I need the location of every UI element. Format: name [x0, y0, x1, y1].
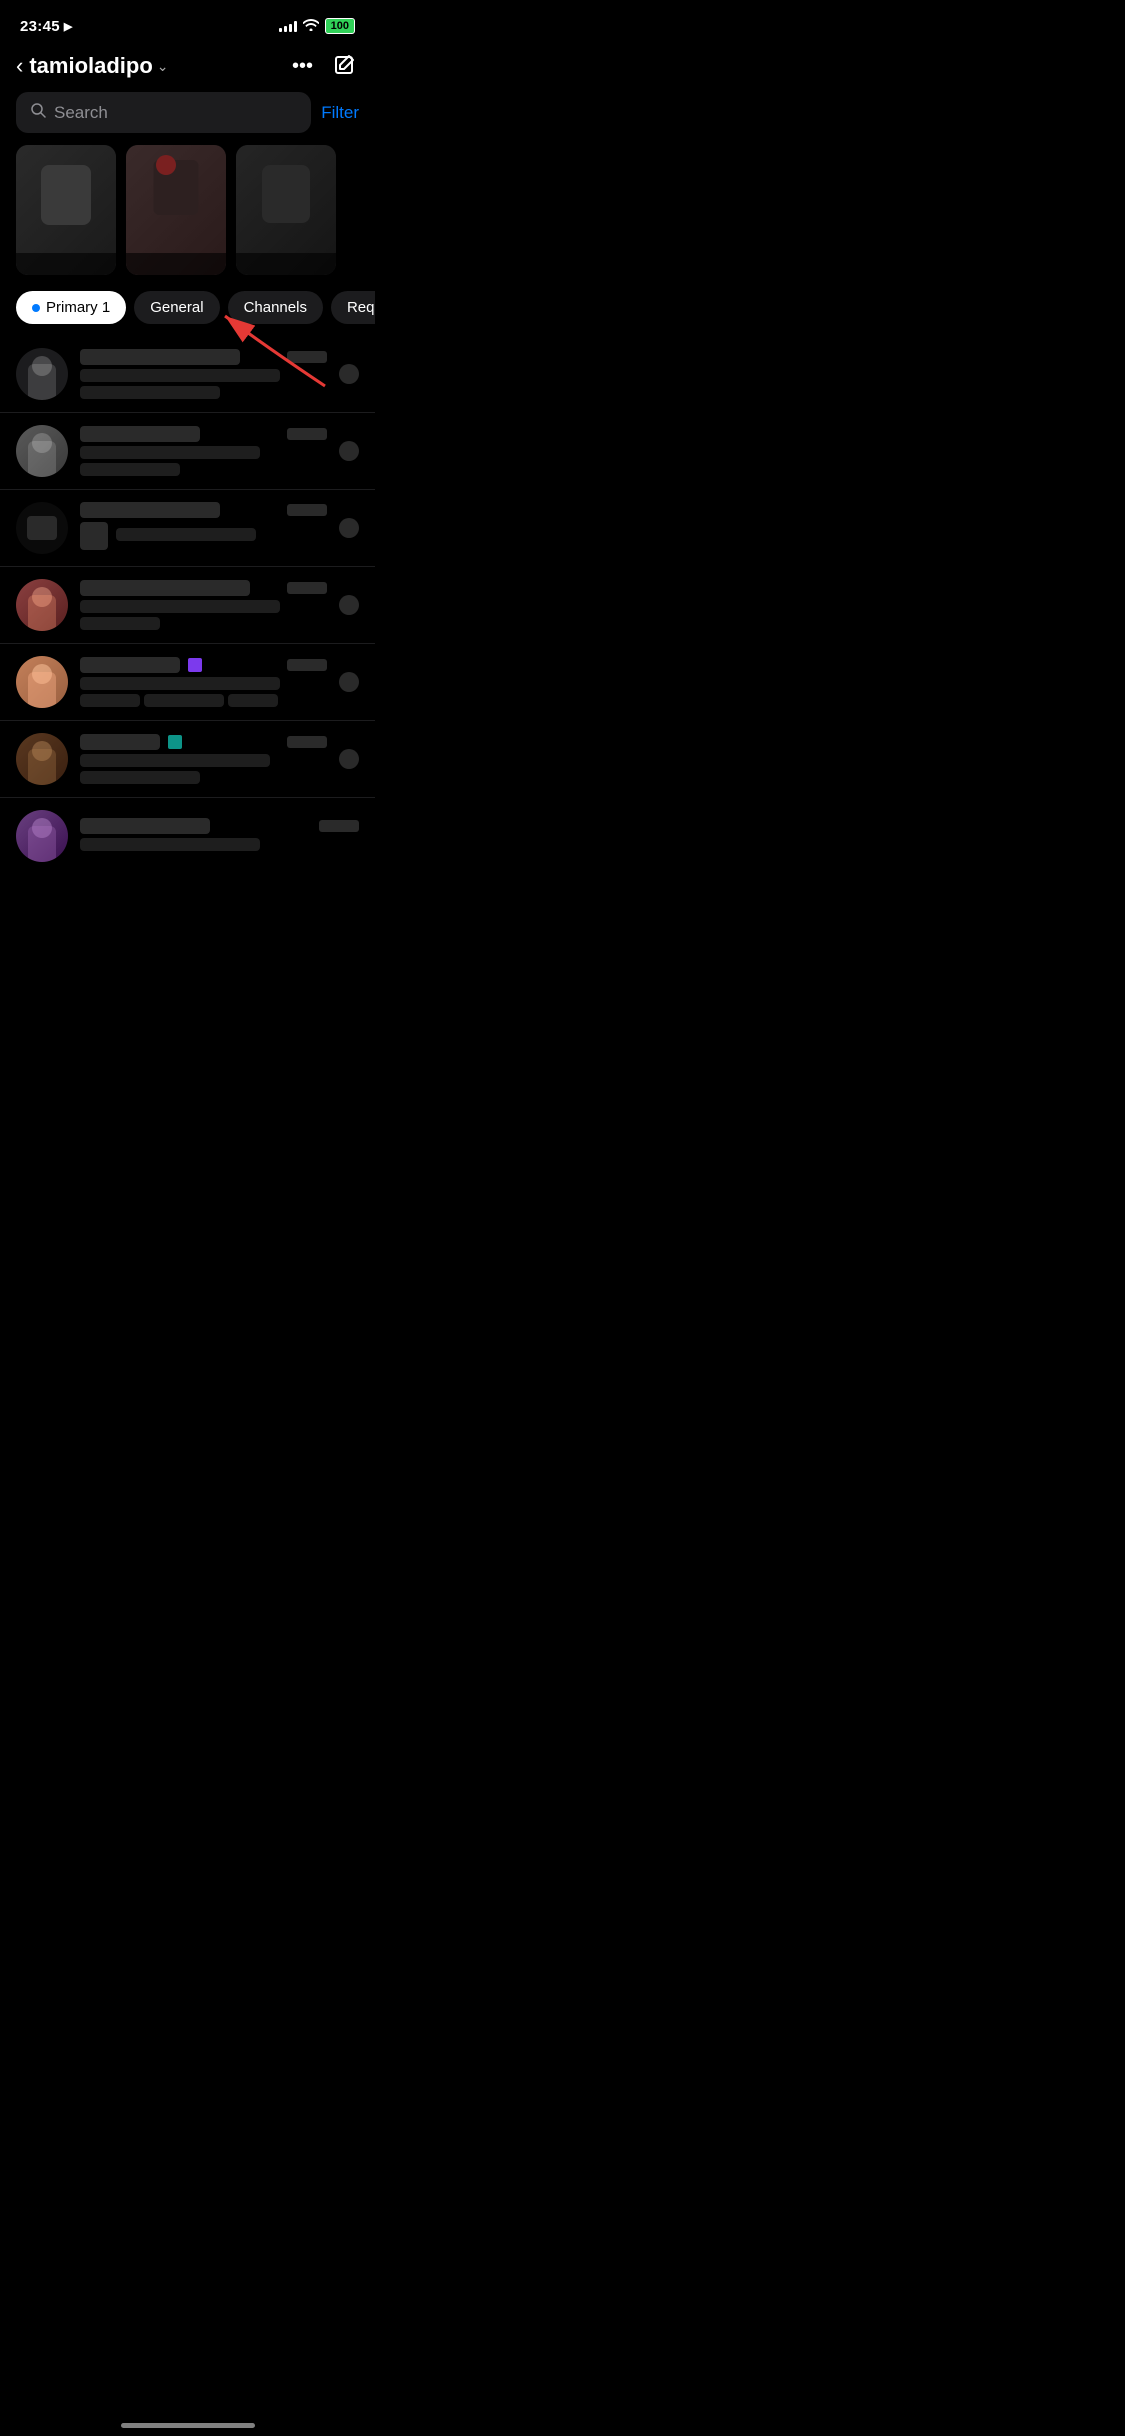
dropdown-icon[interactable]: ⌄ — [157, 58, 169, 75]
chat-time — [287, 504, 327, 516]
chat-time — [287, 659, 327, 671]
chat-time — [287, 428, 327, 440]
chat-badge — [339, 595, 359, 615]
chat-message-line2 — [80, 694, 140, 707]
tab-primary[interactable]: Primary 1 — [16, 291, 126, 324]
wifi-icon — [303, 19, 319, 34]
purple-emoji-icon — [188, 658, 202, 672]
chat-name — [80, 580, 250, 596]
chat-name — [80, 349, 240, 365]
story-item[interactable] — [16, 145, 116, 275]
chat-name — [80, 818, 210, 834]
page-title: tamioladipo — [29, 53, 152, 79]
stories-row[interactable] — [0, 145, 375, 291]
chat-time — [319, 820, 359, 832]
chat-avatar — [16, 425, 68, 477]
compose-button[interactable] — [331, 52, 359, 80]
search-container: Search Filter — [0, 92, 375, 145]
chat-message-line3 — [144, 694, 224, 707]
chat-avatar — [16, 733, 68, 785]
chat-message-line4 — [228, 694, 278, 707]
chat-message-line1 — [80, 600, 280, 613]
signal-icon — [279, 20, 297, 32]
chat-name — [80, 657, 180, 673]
chat-item[interactable] — [0, 721, 375, 798]
chat-message-line2 — [80, 617, 160, 630]
chat-message-line1 — [80, 369, 280, 382]
chat-list — [0, 336, 375, 874]
search-bar[interactable]: Search — [16, 92, 311, 133]
status-bar: 23:45 ▶ 100 — [0, 0, 375, 44]
chat-avatar — [16, 579, 68, 631]
back-button[interactable]: ‹ — [16, 53, 23, 79]
chat-content — [80, 580, 327, 630]
chat-time — [287, 736, 327, 748]
chat-badge — [339, 441, 359, 461]
chat-item[interactable] — [0, 798, 375, 874]
chat-name — [80, 426, 200, 442]
chat-badge — [339, 672, 359, 692]
chat-message-line1 — [80, 677, 280, 690]
more-options-button[interactable]: ••• — [292, 55, 313, 78]
chat-avatar — [16, 348, 68, 400]
chat-time — [287, 351, 327, 363]
chat-message-line1 — [116, 528, 256, 541]
tab-general-label: General — [150, 299, 203, 316]
home-indicator — [121, 2423, 255, 2428]
status-icons: 100 — [279, 18, 355, 34]
chat-content — [80, 502, 327, 554]
tab-requests[interactable]: Requests — [331, 291, 375, 324]
chat-content — [80, 657, 327, 707]
chat-message-line1 — [80, 446, 260, 459]
story-item[interactable] — [236, 145, 336, 275]
tab-dot-icon — [32, 304, 40, 312]
chat-message-line1 — [80, 838, 260, 851]
chat-item[interactable] — [0, 413, 375, 490]
story-item[interactable] — [126, 145, 226, 275]
tabs-container: Primary 1 General Channels Requests — [0, 291, 375, 336]
chat-avatar — [16, 656, 68, 708]
chat-content — [80, 734, 327, 784]
chat-time — [287, 582, 327, 594]
chat-item[interactable] — [0, 567, 375, 644]
status-time: 23:45 ▶ — [20, 18, 73, 35]
header-left: ‹ tamioladipo ⌄ — [16, 53, 169, 79]
chat-item[interactable] — [0, 336, 375, 413]
filter-button[interactable]: Filter — [321, 103, 359, 123]
chat-name — [80, 734, 160, 750]
chat-item[interactable] — [0, 644, 375, 721]
chat-badge — [339, 364, 359, 384]
search-placeholder: Search — [54, 103, 108, 123]
search-icon — [30, 102, 46, 123]
tab-primary-label: Primary 1 — [46, 299, 110, 316]
chat-message-line2 — [80, 463, 180, 476]
chat-badge — [339, 749, 359, 769]
chat-avatar — [16, 502, 68, 554]
chat-message-line2 — [80, 386, 220, 399]
chat-name — [80, 502, 220, 518]
chat-badge — [339, 518, 359, 538]
teal-emoji-icon — [168, 735, 182, 749]
tab-requests-label: Requests — [347, 299, 375, 316]
chat-message-line1 — [80, 754, 270, 767]
tab-channels-label: Channels — [244, 299, 307, 316]
tab-channels[interactable]: Channels — [228, 291, 323, 324]
chat-content — [80, 349, 327, 399]
header-right: ••• — [292, 52, 359, 80]
header: ‹ tamioladipo ⌄ ••• — [0, 44, 375, 92]
chat-content — [80, 818, 359, 855]
battery-indicator: 100 — [325, 18, 355, 34]
time-label: 23:45 — [20, 18, 60, 35]
tab-general[interactable]: General — [134, 291, 219, 324]
chat-content — [80, 426, 327, 476]
home-indicator-bar — [0, 2402, 375, 2436]
chat-item[interactable] — [0, 490, 375, 567]
location-icon: ▶ — [64, 20, 73, 33]
chat-message-line2 — [80, 771, 200, 784]
chat-avatar — [16, 810, 68, 862]
